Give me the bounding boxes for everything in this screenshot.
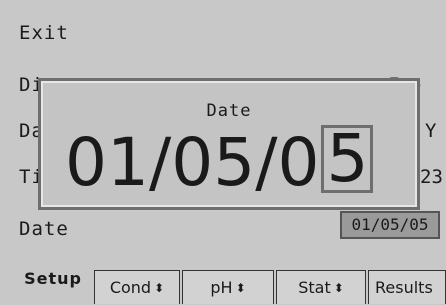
popup-date-text: 01/05/0	[65, 124, 320, 201]
screen: Exit Di Da Ti Date Tne Y 23 01/05/05 Dat…	[0, 0, 446, 304]
tab-results-label: Results	[375, 278, 433, 297]
updown-arrow-icon: ⬍	[154, 281, 165, 295]
date-value-field[interactable]: 01/05/05	[340, 211, 440, 239]
menu-item-date[interactable]: Date	[19, 218, 69, 240]
tab-ph-label: pH	[210, 278, 233, 297]
tab-stat-label: Stat	[298, 278, 331, 297]
menu-value-time: 23	[420, 166, 443, 188]
tab-stat[interactable]: Stat ⬍	[276, 270, 366, 304]
tab-cond-label: Cond	[109, 278, 152, 297]
tab-ph[interactable]: pH ⬍	[182, 270, 274, 304]
updown-arrow-icon: ⬍	[235, 281, 246, 295]
popup-date-editor[interactable]: 01/05/0 5	[65, 124, 374, 201]
updown-arrow-icon: ⬍	[333, 281, 344, 295]
tab-bar: Setup Cond ⬍ pH ⬍ Stat ⬍ Results	[0, 262, 446, 304]
menu-item-exit[interactable]: Exit	[19, 22, 69, 44]
menu-value-date-format: Y	[425, 120, 437, 142]
tab-setup-label: Setup	[24, 269, 82, 288]
tab-cond[interactable]: Cond ⬍	[94, 270, 180, 304]
tab-results[interactable]: Results	[368, 270, 446, 304]
popup-title: Date	[206, 101, 252, 121]
popup-cursor-digit[interactable]: 5	[321, 125, 374, 193]
date-edit-popup[interactable]: Date 01/05/0 5	[38, 78, 420, 210]
tab-setup[interactable]: Setup	[14, 262, 92, 304]
